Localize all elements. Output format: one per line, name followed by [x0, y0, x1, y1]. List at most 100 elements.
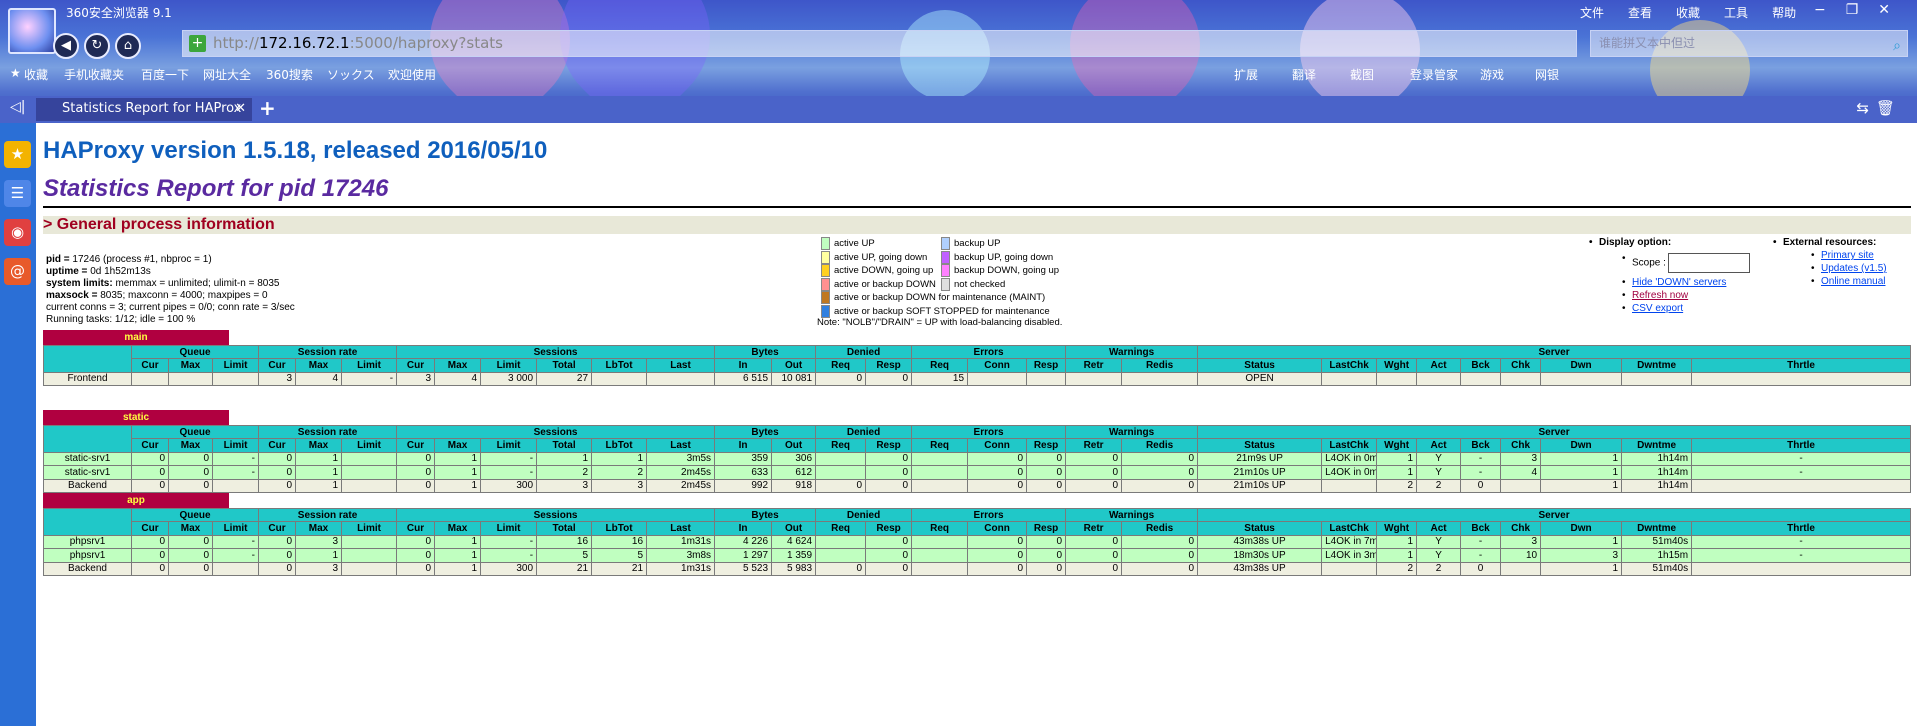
back-button[interactable]: ◀ [53, 33, 79, 59]
table-cell: 1 [434, 534, 482, 550]
tool-login-manager[interactable]: 登录管家 [1410, 66, 1458, 83]
row-name[interactable]: Frontend [43, 371, 132, 387]
table-cell: Y [1416, 465, 1462, 480]
search-box[interactable]: 谁能拼又本中但过 ⌕ [1590, 30, 1908, 57]
header-row-columns: Cur Max Limit Cur Max Limit Cur Max Limit Total Lb… [44, 438, 1911, 453]
header-column: Req [815, 438, 867, 453]
mail-icon[interactable]: @ [4, 258, 31, 285]
home-button[interactable]: ⌂ [115, 33, 141, 59]
restore-icon[interactable]: ❐ [1846, 2, 1859, 18]
tab-list-icon[interactable]: ⇆ [1856, 99, 1869, 117]
favorites-bar: ★ 收藏 手机收藏夹 百度一下 网址大全 360搜索 ソックス 欢迎使用 扩展 … [10, 66, 1910, 84]
scope-input[interactable] [1667, 253, 1750, 273]
header-column: Total [536, 438, 593, 453]
tool-games[interactable]: 游戏 [1480, 66, 1504, 83]
proxy-name-main[interactable]: main [43, 330, 229, 345]
legend-swatch [821, 264, 830, 277]
page-title: HAProxy version 1.5.18, released 2016/05… [43, 137, 548, 164]
table-cell: - [480, 534, 538, 550]
table-cell: 1m31s [646, 561, 716, 576]
process-info-value: 0d 1h52m13s [90, 266, 151, 277]
header-column: Max [434, 521, 482, 536]
table-cell [341, 534, 398, 550]
row-name[interactable]: static-srv1 [43, 465, 132, 480]
table-cell: 3m5s [646, 451, 716, 467]
menu-favorites[interactable]: 收藏 [1676, 6, 1700, 20]
table-row: static-srv1 0 0-0 1 0 1-1 1 3m5s 359 306 0 0 0 0 0 21m9… [43, 451, 1911, 467]
table-cell: 3m8s [646, 548, 716, 563]
tool-screenshot[interactable]: 截图 [1350, 66, 1374, 83]
table-cell [911, 451, 969, 467]
tool-bank[interactable]: 网银 [1535, 66, 1559, 83]
header-column: LbTot [591, 521, 648, 536]
refresh-now-link[interactable]: Refresh now [1632, 290, 1688, 301]
row-name[interactable]: Backend [43, 561, 132, 576]
header-column: LastChk [1321, 438, 1378, 453]
fav-item-mobile[interactable]: 手机收藏夹 [64, 66, 124, 83]
hide-down-servers-link[interactable]: Hide 'DOWN' servers [1632, 277, 1726, 288]
tool-translate[interactable]: 翻译 [1292, 66, 1316, 83]
close-icon[interactable]: ✕ [1878, 2, 1890, 18]
tab-close-icon[interactable]: ✕ [235, 98, 246, 120]
header-group: Queue [130, 507, 260, 523]
table-cell: - [1691, 451, 1911, 467]
header-group: Server [1197, 344, 1911, 360]
row-name[interactable]: static-srv1 [43, 451, 132, 467]
table-cell: 3 [591, 478, 648, 493]
online-manual-link[interactable]: Online manual [1821, 276, 1885, 287]
new-tab-icon[interactable]: + [259, 96, 276, 120]
search-icon[interactable]: ⌕ [1893, 34, 1901, 59]
news-feed-icon[interactable]: ☰ [4, 180, 31, 207]
minimize-icon[interactable]: − [1814, 2, 1826, 18]
header-column: Cur [396, 438, 436, 453]
row-name[interactable]: Backend [43, 478, 132, 493]
proxy-name-static[interactable]: static [43, 410, 229, 425]
header-group: Bytes [714, 424, 817, 440]
tab-haproxy-stats[interactable]: Statistics Report for HAProx ✕ [36, 98, 252, 121]
fav-item-360search[interactable]: 360搜索 [266, 66, 313, 83]
header-column: Thrtle [1691, 358, 1911, 373]
table-cell: 0 [967, 451, 1028, 467]
row-name[interactable]: phpsrv1 [43, 534, 132, 550]
table-cell [1121, 371, 1199, 387]
sidebar-toggle-icon[interactable]: ◁| [10, 99, 25, 115]
table-cell: - [211, 548, 260, 563]
table-cell [1321, 371, 1378, 387]
fav-item-hao[interactable]: 网址大全 [203, 66, 251, 83]
header-group: Session rate [258, 507, 398, 523]
fav-item-welcome[interactable]: 欢迎使用 [388, 66, 436, 83]
table-cell: 0 [1065, 548, 1123, 563]
header-column: Status [1197, 438, 1323, 453]
add-favorite-icon[interactable]: + [189, 35, 206, 52]
menu-tools[interactable]: 工具 [1724, 6, 1748, 20]
header-group: Sessions [396, 424, 716, 440]
weibo-icon[interactable]: ◉ [4, 219, 31, 246]
table-cell [1540, 371, 1623, 387]
table-cell: 0 [1065, 478, 1123, 493]
updates-link[interactable]: Updates (v1.5) [1821, 263, 1887, 274]
row-name[interactable]: phpsrv1 [43, 548, 132, 563]
trash-icon[interactable]: 🗑 [1876, 99, 1895, 117]
tool-extensions[interactable]: 扩展 [1234, 66, 1258, 83]
fav-item-socks[interactable]: ソックス [327, 66, 375, 83]
menu-file[interactable]: 文件 [1580, 6, 1604, 20]
menu-help[interactable]: 帮助 [1772, 6, 1796, 20]
refresh-button[interactable]: ↻ [84, 33, 110, 59]
menu-view[interactable]: 查看 [1628, 6, 1652, 20]
header-row-groups: Queue Session rate Sessions Bytes Denied Erro… [43, 507, 1911, 536]
csv-export-link[interactable]: CSV export [1632, 303, 1683, 314]
fav-item-baidu[interactable]: 百度一下 [141, 66, 189, 83]
legend-swatch [821, 237, 830, 250]
favorites-star-icon[interactable]: ★ [4, 141, 31, 168]
table-cell: - [480, 451, 538, 467]
address-bar[interactable]: + http://172.16.72.1:5000/haproxy?stats [182, 30, 1577, 57]
browser-sidebar: ★ ☰ ◉ @ [0, 123, 36, 726]
fav-item-favorites[interactable]: 收藏 [24, 66, 48, 83]
primary-site-link[interactable]: Primary site [1821, 250, 1874, 261]
table-cell: 2m45s [646, 465, 716, 480]
table-cell: 43m38s UP [1197, 561, 1323, 576]
table-cell: 2 [1416, 478, 1462, 493]
table-cell: - [480, 465, 538, 480]
proxy-name-app[interactable]: app [43, 493, 229, 508]
table-cell: 0 [1065, 465, 1123, 480]
